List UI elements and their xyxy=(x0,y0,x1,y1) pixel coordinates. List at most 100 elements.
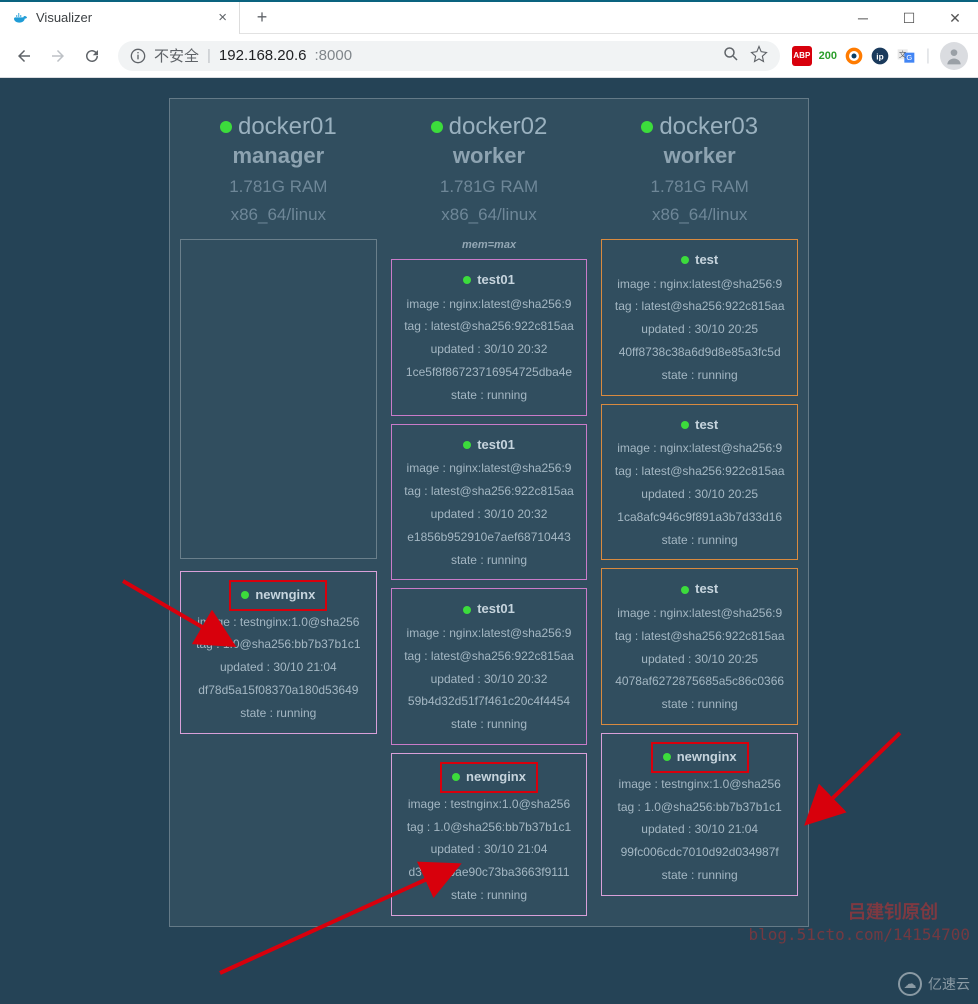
task-detail-line: tag : 1.0@sha256:bb7b37b1c1 xyxy=(606,796,793,819)
task-title: test01 xyxy=(463,597,515,622)
task-detail-line: 99fc006cdc7010d92d034987f xyxy=(606,841,793,864)
task-detail-line: image : nginx:latest@sha256:9 xyxy=(396,293,583,316)
insecure-label: 不安全 xyxy=(154,45,199,66)
status-dot-icon xyxy=(641,121,653,133)
task-detail-line: state : running xyxy=(396,384,583,407)
task-card[interactable]: testimage : nginx:latest@sha256:9tag : l… xyxy=(601,568,798,725)
task-detail-line: state : running xyxy=(606,364,793,387)
task-title: newnginx xyxy=(229,580,327,611)
profile-avatar[interactable] xyxy=(940,42,968,70)
task-detail-line: 4078af6272875685a5c86c0366 xyxy=(606,670,793,693)
browser-toolbar: 不安全 | 192.168.20.6:8000 ABP 200 ip 文G | xyxy=(0,34,978,78)
svg-text:ip: ip xyxy=(876,51,883,61)
swarm-board: docker01manager1.781G RAMx86_64/linuxnew… xyxy=(169,98,809,927)
task-title: test01 xyxy=(463,433,515,458)
task-card[interactable]: testimage : nginx:latest@sha256:9tag : l… xyxy=(601,239,798,396)
star-icon[interactable] xyxy=(750,45,768,67)
task-detail-line: state : running xyxy=(606,864,793,887)
task-detail-line: d369dabae90c73ba3663f9111 xyxy=(396,861,583,884)
watermark-brand: ☁ 亿速云 xyxy=(898,972,970,996)
task-card[interactable]: testimage : nginx:latest@sha256:9tag : l… xyxy=(601,404,798,561)
node-column: docker03worker1.781G RAMx86_64/linuxtest… xyxy=(597,105,802,920)
task-card[interactable]: newnginximage : testnginx:1.0@sha256tag … xyxy=(180,571,377,734)
task-detail-line: 59b4d32d51f7f461c20c4f4454 xyxy=(396,690,583,713)
abp-icon[interactable]: ABP xyxy=(792,46,812,66)
status-dot-icon xyxy=(681,421,689,429)
task-detail-line: updated : 30/10 21:04 xyxy=(606,818,793,841)
browser-tab[interactable]: Visualizer × xyxy=(0,2,240,34)
maximize-button[interactable]: ☐ xyxy=(886,2,932,34)
task-card[interactable]: test01image : nginx:latest@sha256:9tag :… xyxy=(391,259,588,416)
search-icon[interactable] xyxy=(722,45,740,67)
task-title: test xyxy=(681,413,718,438)
node-role: manager xyxy=(176,143,381,169)
close-button[interactable]: ✕ xyxy=(932,2,978,34)
task-detail-line: e1856b952910e7aef68710443 xyxy=(396,526,583,549)
task-detail-line: state : running xyxy=(396,549,583,572)
node-name: docker01 xyxy=(220,113,337,141)
back-button[interactable] xyxy=(10,42,38,70)
avast-icon[interactable] xyxy=(844,46,864,66)
task-detail-line: state : running xyxy=(606,693,793,716)
info-icon xyxy=(130,48,146,64)
task-detail-line: state : running xyxy=(606,529,793,552)
status-dot-icon xyxy=(241,591,249,599)
node-arch: x86_64/linux xyxy=(597,205,802,225)
watermark-brand-text: 亿速云 xyxy=(928,974,970,994)
task-detail-line: tag : latest@sha256:922c815aa xyxy=(396,315,583,338)
task-detail-line: 1ca8afc946c9f891a3b7d33d16 xyxy=(606,506,793,529)
node-arch: x86_64/linux xyxy=(387,205,592,225)
task-detail-line: image : nginx:latest@sha256:9 xyxy=(396,457,583,480)
task-card[interactable]: test01image : nginx:latest@sha256:9tag :… xyxy=(391,424,588,581)
task-detail-line: tag : latest@sha256:922c815aa xyxy=(606,295,793,318)
task-card[interactable]: newnginximage : testnginx:1.0@sha256tag … xyxy=(601,733,798,896)
url-port: :8000 xyxy=(315,47,353,64)
empty-slot xyxy=(180,239,377,559)
node-arch: x86_64/linux xyxy=(176,205,381,225)
browser-titlebar: Visualizer × + ─ ☐ ✕ xyxy=(0,2,978,34)
tab-title: Visualizer xyxy=(36,10,210,25)
task-detail-line: updated : 30/10 20:32 xyxy=(396,668,583,691)
new-tab-button[interactable]: + xyxy=(248,4,276,32)
minimize-button[interactable]: ─ xyxy=(840,2,886,34)
task-card[interactable]: newnginximage : testnginx:1.0@sha256tag … xyxy=(391,753,588,916)
close-icon[interactable]: × xyxy=(218,9,227,26)
task-detail-line: updated : 30/10 21:04 xyxy=(396,838,583,861)
task-detail-line: updated : 30/10 20:32 xyxy=(396,503,583,526)
memmax-label: mem=max xyxy=(387,239,592,251)
task-detail-line: state : running xyxy=(396,713,583,736)
task-detail-line: 40ff8738c38a6d9d8e85a3fc5d xyxy=(606,341,793,364)
task-detail-line: image : testnginx:1.0@sha256 xyxy=(606,773,793,796)
status-dot-icon xyxy=(452,773,460,781)
arrow-annotation-3 xyxy=(795,723,915,843)
node-column: docker01manager 1.781G RAM x86_64/linuxnew… xyxy=(176,105,381,920)
url-host: 192.168.20.6 xyxy=(219,47,307,64)
status-200-badge[interactable]: 200 xyxy=(818,46,838,66)
node-header: docker03worker1.781G RAMx86_64/linux xyxy=(597,105,802,235)
task-detail-line: updated : 30/10 20:25 xyxy=(606,483,793,506)
ip-icon[interactable]: ip xyxy=(870,46,890,66)
forward-button[interactable] xyxy=(44,42,72,70)
task-detail-line: image : nginx:latest@sha256:9 xyxy=(606,602,793,625)
address-bar[interactable]: 不安全 | 192.168.20.6:8000 xyxy=(118,41,780,71)
translate-icon[interactable]: 文G xyxy=(896,46,916,66)
task-detail-line: 1ce5f8f86723716954725dba4e xyxy=(396,361,583,384)
svg-text:G: G xyxy=(906,53,912,62)
reload-button[interactable] xyxy=(78,42,106,70)
task-detail-line: tag : 1.0@sha256:bb7b37b1c1 xyxy=(185,633,372,656)
cloud-icon: ☁ xyxy=(898,972,922,996)
status-dot-icon xyxy=(681,586,689,594)
task-detail-line: image : nginx:latest@sha256:9 xyxy=(606,273,793,296)
task-detail-line: updated : 30/10 20:25 xyxy=(606,318,793,341)
node-ram: 1.781G RAM xyxy=(597,177,802,197)
page-viewport: docker01manager1.781G RAMx86_64/linuxnew… xyxy=(0,78,978,1004)
watermark-author: 吕建钊原创 xyxy=(848,898,938,924)
task-card[interactable]: test01image : nginx:latest@sha256:9tag :… xyxy=(391,588,588,745)
window-controls: ─ ☐ ✕ xyxy=(840,2,978,34)
task-title: test xyxy=(681,248,718,273)
node-header: docker02worker1.781G RAMx86_64/linux xyxy=(387,105,592,235)
task-detail-line: image : testnginx:1.0@sha256 xyxy=(396,793,583,816)
task-detail-line: tag : 1.0@sha256:bb7b37b1c1 xyxy=(396,816,583,839)
node-ram: 1.781G RAM xyxy=(176,177,381,197)
status-dot-icon xyxy=(463,441,471,449)
